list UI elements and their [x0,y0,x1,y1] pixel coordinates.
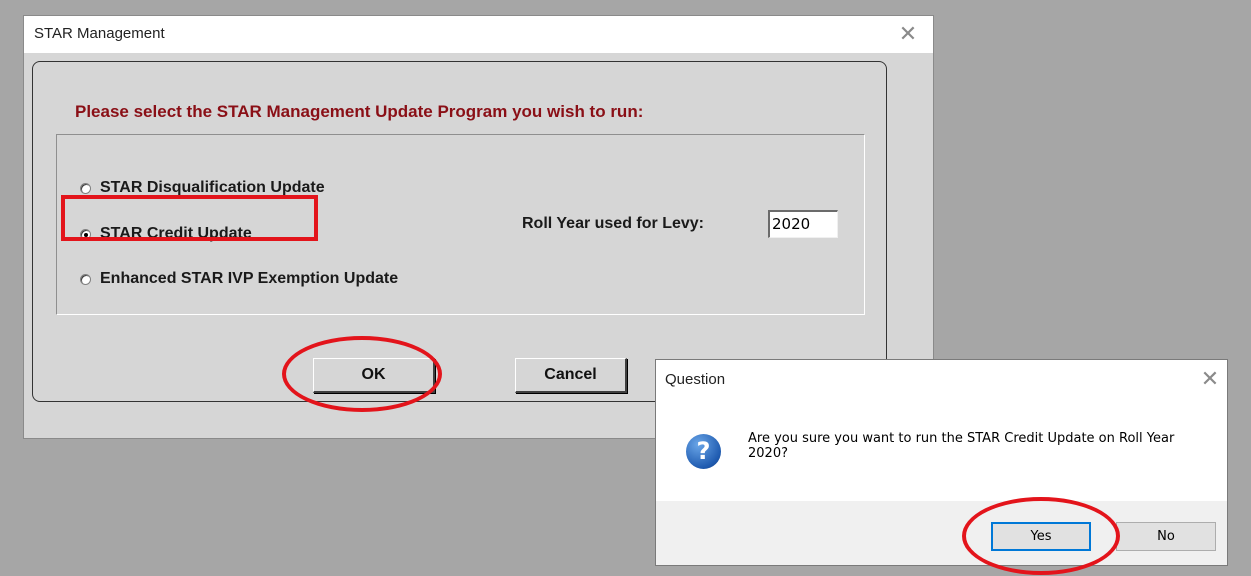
question-body: ? Are you sure you want to run the STAR … [656,399,1227,501]
ok-button[interactable]: OK [313,358,435,393]
question-title-bar: Question ✕ [656,360,1227,399]
annotation-highlight-box [61,195,318,241]
question-dialog: Question ✕ ? Are you sure you want to ru… [655,359,1228,566]
cancel-button[interactable]: Cancel [515,358,627,393]
option-enhanced-star-ivp[interactable]: Enhanced STAR IVP Exemption Update [80,267,398,291]
question-title: Question [665,371,726,388]
close-icon[interactable]: ✕ [894,20,922,48]
yes-button[interactable]: Yes [991,522,1091,551]
roll-year-label: Roll Year used for Levy: [522,215,704,232]
radio-button[interactable] [80,182,91,194]
title-bar: STAR Management ✕ [24,16,933,53]
close-icon[interactable]: ✕ [1196,365,1224,393]
roll-year-input[interactable]: 2020 [768,210,838,238]
window-title: STAR Management [34,25,165,42]
question-message: Are you sure you want to run the STAR Cr… [748,431,1175,461]
question-icon: ? [686,434,721,469]
no-button[interactable]: No [1116,522,1216,551]
option-label: Enhanced STAR IVP Exemption Update [100,270,399,287]
radio-button[interactable] [80,273,91,285]
prompt-text: Please select the STAR Management Update… [75,102,644,121]
